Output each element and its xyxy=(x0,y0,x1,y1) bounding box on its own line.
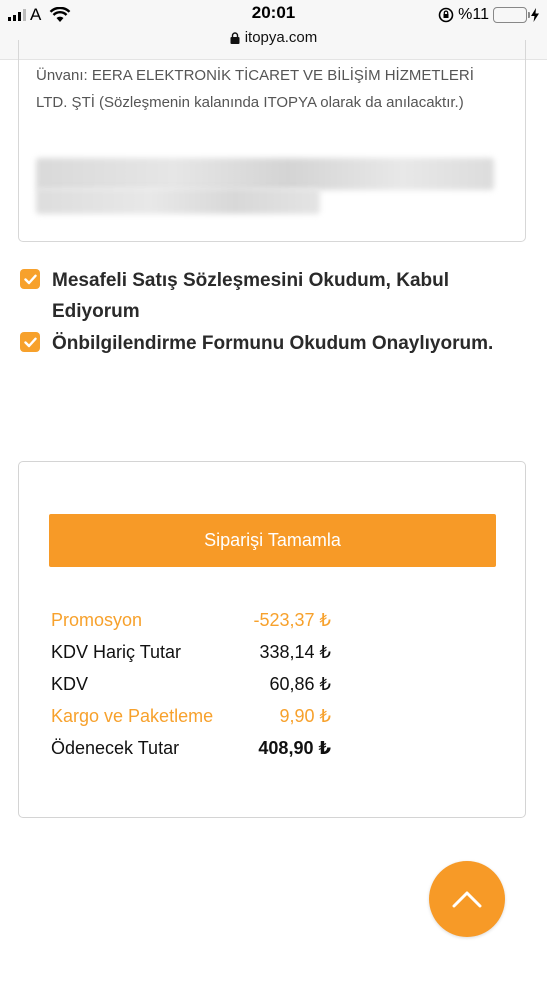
chevron-up-icon xyxy=(452,891,482,908)
row-vat: KDV 60,86 ₺ xyxy=(51,668,331,700)
row-total-payable: Ödenecek Tutar 408,90 ₺ xyxy=(51,732,331,764)
charging-icon xyxy=(531,8,539,22)
rotation-lock-icon xyxy=(438,7,454,23)
totals-table: Promosyon -523,37 ₺ KDV Hariç Tutar 338,… xyxy=(51,604,331,764)
row-label: KDV Hariç Tutar xyxy=(51,642,182,662)
row-value: 60,86 ₺ xyxy=(269,674,332,694)
row-promotion: Promosyon -523,37 ₺ xyxy=(51,604,331,636)
row-label: Ödenecek Tutar xyxy=(51,738,180,758)
row-shipping: Kargo ve Paketleme 9,90 ₺ xyxy=(51,700,331,732)
battery-icon xyxy=(493,7,530,23)
checkmark-icon xyxy=(23,274,37,284)
agreement-label: Önbilgilendirme Formunu Okudum Onaylıyor… xyxy=(52,333,494,354)
agreement-preliminary-info[interactable]: Önbilgilendirme Formunu Okudum Onaylıyor… xyxy=(20,328,520,359)
checkout-page: A 20:01 %11 itopya.com Ünvanı: EERA ELEK… xyxy=(0,0,547,981)
agreement-label: Mesafeli Satış Sözleşmesini Okudum, Kabu… xyxy=(52,270,450,322)
row-subtotal-excl-vat: KDV Hariç Tutar 338,14 ₺ xyxy=(51,636,331,668)
contract-seller-text: Ünvanı: EERA ELEKTRONİK TİCARET VE BİLİŞ… xyxy=(36,67,474,111)
checkbox-checked[interactable] xyxy=(20,332,40,352)
row-value: 9,90 ₺ xyxy=(279,706,332,726)
row-value: 338,14 ₺ xyxy=(259,642,331,662)
row-label: Promosyon xyxy=(51,610,143,630)
row-label: KDV xyxy=(51,674,89,694)
status-right: %11 xyxy=(438,5,539,25)
checkmark-icon xyxy=(23,337,37,347)
agreement-distance-sales[interactable]: Mesafeli Satış Sözleşmesini Okudum, Kabu… xyxy=(20,265,520,327)
row-label: Kargo ve Paketleme xyxy=(51,706,214,726)
checkbox-checked[interactable] xyxy=(20,269,40,289)
redacted-text xyxy=(36,188,320,214)
row-value: 408,90 ₺ xyxy=(258,738,331,758)
redacted-text xyxy=(36,158,494,190)
scroll-to-top-button[interactable] xyxy=(429,861,505,937)
battery-percent: %11 xyxy=(458,6,489,23)
complete-order-button[interactable]: Siparişi Tamamla xyxy=(49,514,496,567)
row-value: -523,37 ₺ xyxy=(253,610,331,630)
